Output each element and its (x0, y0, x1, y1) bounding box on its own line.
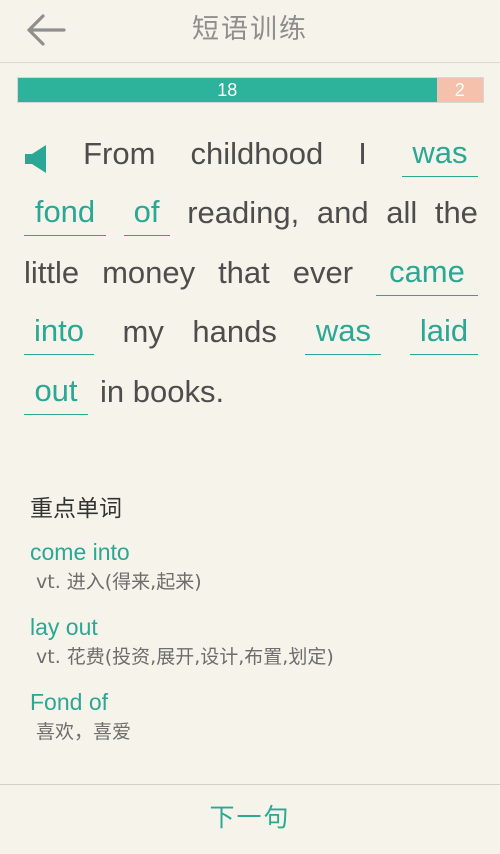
page-title: 短语训练 (192, 14, 308, 45)
answer-blank[interactable]: into (24, 311, 94, 355)
sentence-word: money (102, 254, 196, 290)
vocab-word: Fond of (30, 689, 108, 715)
top-bar: 短语训练 (0, 0, 500, 63)
vocab-item: Fond of 喜欢，喜爱 (30, 687, 470, 747)
sentence-word: I (358, 135, 367, 171)
sentence-line: From childhood I was (24, 120, 478, 180)
answer-blank[interactable]: laid (409, 311, 478, 355)
key-vocabulary-section: 重点单词 come into vt. 进入(得来,起来) lay out vt.… (30, 487, 470, 747)
sentence-line: fond of reading, and all the (24, 180, 478, 240)
speaker-icon[interactable] (24, 144, 48, 174)
vocab-definition: vt. 花费(投资,展开,设计,布置,划定) (36, 646, 334, 668)
vocab-definition: vt. 进入(得来,起来) (36, 571, 202, 593)
vocab-word: lay out (30, 614, 98, 640)
sentence-line: out in books. (24, 358, 478, 418)
answer-blank[interactable]: of (123, 192, 170, 236)
sentence-word: that (218, 254, 270, 290)
sentence-line: little money that ever came (24, 239, 478, 299)
next-sentence-button[interactable]: 下一句 (0, 785, 500, 851)
sentence-word: childhood (190, 135, 324, 171)
answer-blank[interactable]: fond (24, 192, 106, 236)
vocab-item: come into vt. 进入(得来,起来) (30, 537, 470, 597)
sentence-line: into my hands was laid (24, 299, 478, 359)
sentence-word: hands (192, 314, 277, 349)
vocab-word: come into (30, 539, 130, 565)
sentence-word: my (122, 314, 164, 349)
answer-blank[interactable]: was (401, 133, 478, 177)
answer-blank[interactable]: out (24, 371, 88, 415)
sentence-word: the (434, 195, 478, 230)
bottom-bar: 下一句 (0, 784, 500, 854)
vocab-definition: 喜欢，喜爱 (36, 721, 132, 743)
vocab-item: lay out vt. 花费(投资,展开,设计,布置,划定) (30, 612, 470, 672)
sentence-word: all (386, 195, 418, 230)
sentence-word: and (316, 195, 369, 230)
sentence-word: in books. (100, 373, 225, 409)
sentence-word: From (83, 135, 156, 171)
section-heading: 重点单词 (30, 496, 122, 522)
sentence-word: ever (292, 254, 354, 290)
progress-bar: 18 2 (17, 77, 484, 103)
progress-remaining-segment: 2 (436, 78, 483, 102)
sentence-word: reading, (187, 195, 300, 230)
answer-blank[interactable]: came (375, 252, 478, 296)
exercise-sentence: From childhood I was fond of reading, an… (24, 120, 478, 418)
answer-blank[interactable]: was (305, 311, 382, 355)
progress-done-segment: 18 (18, 78, 437, 102)
sentence-word: little (24, 254, 80, 290)
